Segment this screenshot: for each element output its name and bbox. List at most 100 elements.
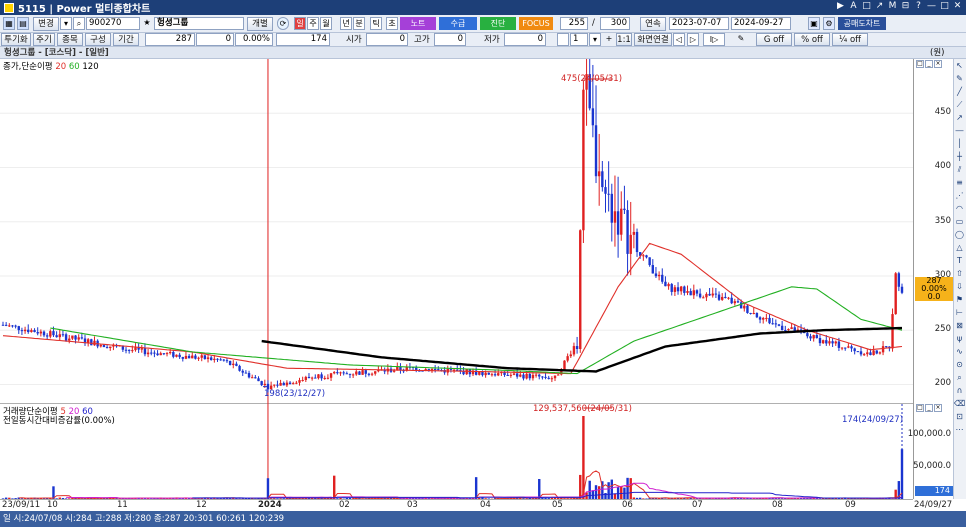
short-selling-chart-button[interactable]: 공매도차트 bbox=[838, 17, 886, 30]
period-tick-tab[interactable]: 틱 bbox=[370, 17, 382, 30]
data-count-input[interactable]: 255 bbox=[560, 17, 588, 30]
lock-icon[interactable]: ⊡ bbox=[954, 411, 965, 422]
candle-body bbox=[853, 348, 856, 352]
vol-pane-min-icon[interactable]: _ bbox=[925, 404, 933, 412]
maximize-icon[interactable]: □ bbox=[940, 1, 949, 12]
ray-icon[interactable]: ↗ bbox=[954, 112, 965, 123]
right-price-axis[interactable]: □ _ × 200 250 300 350 400 450 287 0.00% 0.0 □… bbox=[908, 59, 953, 499]
chart-type-icon[interactable]: ▦ bbox=[3, 17, 15, 30]
eraser-icon[interactable]: ⌫ bbox=[954, 398, 965, 409]
cycle-icon[interactable]: ⊙ bbox=[954, 359, 965, 370]
candle-body bbox=[809, 336, 812, 339]
period-week-tab[interactable]: 주 bbox=[307, 17, 319, 30]
favorite-star-icon[interactable]: ★ bbox=[141, 17, 153, 30]
date-to-input[interactable]: 2024-09-27 bbox=[731, 17, 791, 30]
horizontal-line-icon[interactable]: ― bbox=[954, 125, 965, 136]
rectangle-icon[interactable]: ▭ bbox=[954, 216, 965, 227]
pane-min-icon[interactable]: _ bbox=[925, 60, 933, 68]
fan-icon[interactable]: ⋰ bbox=[954, 190, 965, 201]
text-icon[interactable]: T bbox=[954, 255, 965, 266]
stock-code-input[interactable]: 900270 bbox=[86, 17, 140, 30]
settings-icon[interactable]: ⚙ bbox=[823, 17, 835, 30]
period-month-tab[interactable]: 월 bbox=[320, 17, 332, 30]
refresh-icon[interactable]: ⟳ bbox=[277, 17, 289, 30]
volume-chart-svg[interactable] bbox=[0, 404, 913, 499]
plus-icon[interactable]: + bbox=[603, 33, 615, 46]
pane-close-icon[interactable]: × bbox=[934, 60, 942, 68]
minimize-icon[interactable]: — bbox=[927, 1, 936, 12]
item-button[interactable]: 종목 bbox=[57, 33, 83, 46]
toggle-g-off[interactable]: G off bbox=[756, 33, 792, 46]
ratio-button[interactable]: 1:1 bbox=[616, 33, 632, 46]
toggle-scale-off[interactable]: ¼ off bbox=[832, 33, 868, 46]
period-button[interactable]: 주기 bbox=[33, 33, 55, 46]
vertical-line-icon[interactable]: │ bbox=[954, 138, 965, 149]
stock-name-input[interactable]: 헝셩그룹 bbox=[154, 17, 244, 30]
popout-icon[interactable]: ↗ bbox=[875, 1, 884, 12]
channel-icon[interactable]: ⫽ bbox=[954, 164, 965, 175]
magnet-icon[interactable]: ∩ bbox=[954, 385, 965, 396]
change-button[interactable]: 변경 bbox=[33, 17, 59, 31]
page-select[interactable]: 1 bbox=[570, 33, 588, 46]
more-tools-icon[interactable]: ⋯ bbox=[954, 424, 965, 435]
print-icon[interactable]: ⊟ bbox=[901, 1, 910, 12]
supply-button[interactable]: 수급 bbox=[439, 17, 477, 30]
date-from-input[interactable]: 2023-07-07 bbox=[669, 17, 729, 30]
pen-icon[interactable]: ✎ bbox=[954, 73, 965, 84]
price-chart-pane[interactable]: 종가,단순이평 20 60 120 475(24/05/31) 198(23/1… bbox=[0, 59, 913, 404]
trend-line-icon[interactable]: ⟋ bbox=[954, 99, 965, 110]
zoom-icon[interactable]: ⌕ bbox=[954, 372, 965, 383]
x-date-axis[interactable]: 23/09/11 10 11 12 2024 02 03 04 05 06 07… bbox=[0, 499, 952, 511]
play-icon[interactable]: ▶ bbox=[836, 1, 845, 12]
line-icon[interactable]: ╱ bbox=[954, 86, 965, 97]
pane-max-icon[interactable]: □ bbox=[916, 60, 924, 68]
scroll-right-icon[interactable]: ▷ bbox=[687, 33, 699, 46]
arc-icon[interactable]: ◠ bbox=[954, 203, 965, 214]
total-count-input[interactable]: 300 bbox=[600, 17, 630, 30]
font-icon[interactable]: A bbox=[849, 1, 858, 12]
draw-pen-icon[interactable]: ✎ bbox=[735, 33, 747, 46]
ellipse-icon[interactable]: ◯ bbox=[954, 229, 965, 240]
focus-button[interactable]: FOCUS bbox=[519, 17, 553, 30]
page-dropdown-icon[interactable]: ▾ bbox=[589, 33, 601, 46]
fibonacci-icon[interactable]: ≡ bbox=[954, 177, 965, 188]
investor-button[interactable]: 투기화 bbox=[1, 33, 31, 46]
vol-pane-max-icon[interactable]: □ bbox=[916, 404, 924, 412]
config-button[interactable]: 구성 bbox=[85, 33, 111, 46]
volume-chart-pane[interactable]: 거래량단순이평 5 20 60 전일동시간대비증감률(0.00%) 129,53… bbox=[0, 404, 913, 499]
close-icon[interactable]: ✕ bbox=[953, 1, 962, 12]
individual-button[interactable]: 개별 bbox=[247, 17, 273, 31]
cursor-icon[interactable]: ↖ bbox=[954, 60, 965, 71]
pitchfork-icon[interactable]: ψ bbox=[954, 333, 965, 344]
marker-icon[interactable]: ⚑ bbox=[954, 294, 965, 305]
arrow-up-icon[interactable]: ⇧ bbox=[954, 268, 965, 279]
frame-icon[interactable]: □ bbox=[862, 1, 871, 12]
gann-icon[interactable]: ⊠ bbox=[954, 320, 965, 331]
period-year-tab[interactable]: 년 bbox=[340, 17, 352, 30]
vol-pane-close-icon[interactable]: × bbox=[934, 404, 942, 412]
scroll-left-icon[interactable]: ◁ bbox=[673, 33, 685, 46]
measure-icon[interactable]: ⊢ bbox=[954, 307, 965, 318]
arrow-down-icon[interactable]: ⇩ bbox=[954, 281, 965, 292]
wave-icon[interactable]: ∿ bbox=[954, 346, 965, 357]
price-chart-svg[interactable] bbox=[0, 59, 913, 404]
layout-icon[interactable]: ▤ bbox=[17, 17, 29, 30]
jump-end-icon[interactable]: I▷ bbox=[703, 33, 725, 46]
help-icon[interactable]: ? bbox=[914, 1, 923, 12]
checkbox-icon[interactable] bbox=[557, 33, 569, 46]
period-day-tab[interactable]: 일 bbox=[294, 17, 306, 30]
period-minute-tab[interactable]: 분 bbox=[353, 17, 365, 30]
toggle-percent-off[interactable]: % off bbox=[794, 33, 830, 46]
continuous-button[interactable]: 연속 bbox=[640, 17, 666, 31]
save-icon[interactable]: ▣ bbox=[808, 17, 820, 30]
memo-icon[interactable]: M bbox=[888, 1, 897, 12]
note-button[interactable]: 노트 bbox=[400, 17, 436, 30]
cross-line-icon[interactable]: ┼ bbox=[954, 151, 965, 162]
period-second-tab[interactable]: 초 bbox=[386, 17, 398, 30]
search-icon[interactable]: ⌕ bbox=[73, 17, 85, 30]
diagnosis-button[interactable]: 진단 bbox=[480, 17, 516, 30]
term-button[interactable]: 기간 bbox=[113, 33, 139, 46]
dropdown-chevron-icon[interactable]: ▾ bbox=[60, 17, 72, 30]
triangle-icon[interactable]: △ bbox=[954, 242, 965, 253]
screen-link-button[interactable]: 화면연결 bbox=[634, 33, 672, 46]
